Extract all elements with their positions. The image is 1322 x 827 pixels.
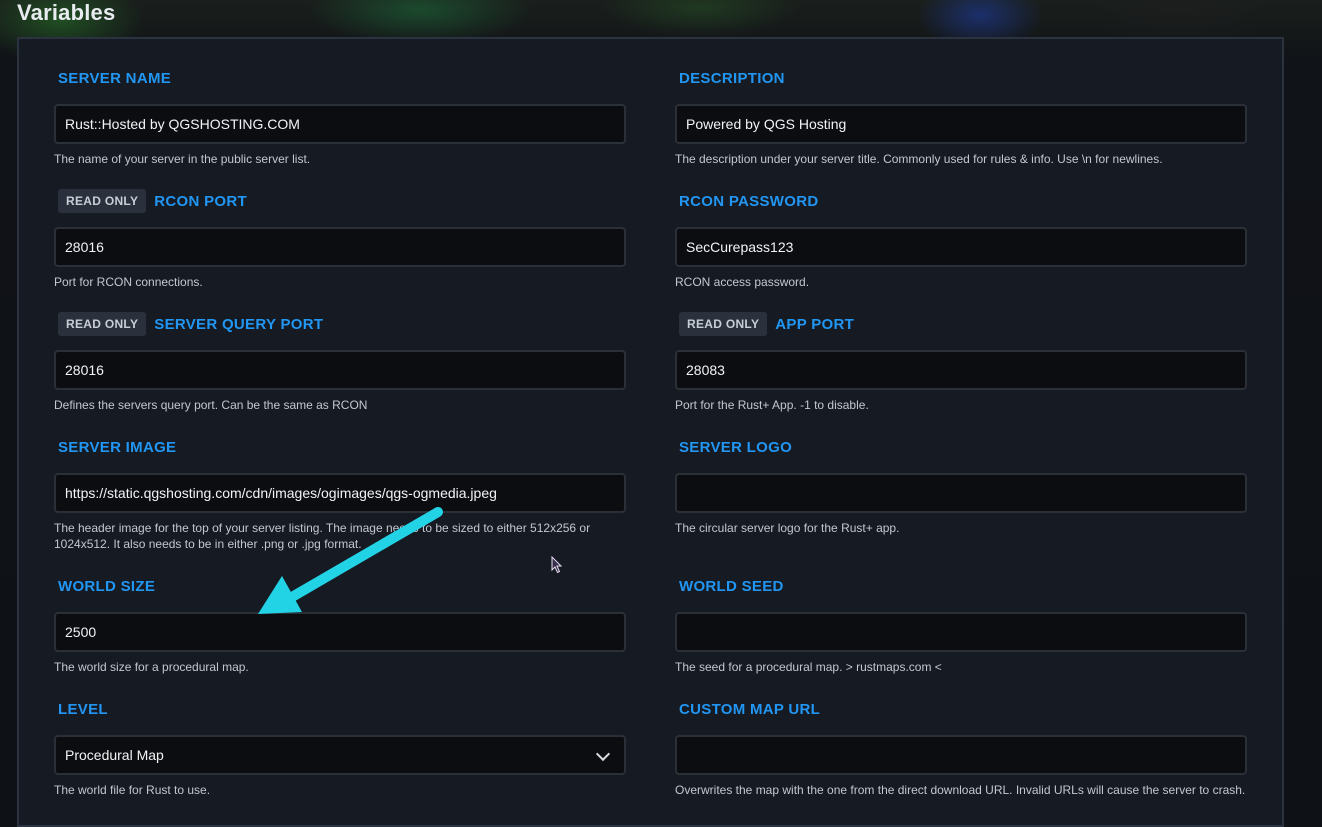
custom-map-url-input[interactable]: [675, 735, 1247, 775]
description-field: DESCRIPTION Powered by QGS Hosting The d…: [675, 66, 1247, 167]
world-size-input[interactable]: 2500: [54, 612, 626, 652]
server-logo-label: SERVER LOGO: [679, 438, 793, 456]
app-port-label: APP PORT: [775, 315, 855, 333]
read-only-badge: READ ONLY: [679, 312, 768, 336]
server-logo-field: SERVER LOGO The circular server logo for…: [675, 435, 1247, 536]
custom-map-url-field: CUSTOM MAP URL Overwrites the map with t…: [675, 697, 1247, 798]
rcon-password-help: RCON access password.: [675, 275, 810, 289]
world-size-label: WORLD SIZE: [58, 577, 156, 595]
server-query-port-label: SERVER QUERY PORT: [154, 315, 324, 333]
level-select[interactable]: Procedural Map: [54, 735, 626, 775]
rcon-password-label: RCON PASSWORD: [679, 192, 819, 210]
app-port-help: Port for the Rust+ App. -1 to disable.: [675, 398, 869, 412]
server-name-label: SERVER NAME: [58, 69, 172, 87]
world-size-field: WORLD SIZE 2500 The world size for a pro…: [54, 574, 626, 675]
server-logo-help: The circular server logo for the Rust+ a…: [675, 521, 900, 535]
level-help: The world file for Rust to use.: [54, 783, 211, 797]
description-input[interactable]: Powered by QGS Hosting: [675, 104, 1247, 144]
world-seed-help: The seed for a procedural map. > rustmap…: [675, 660, 942, 674]
mouse-cursor-icon: [551, 556, 563, 574]
server-query-port-input: 28016: [54, 350, 626, 390]
custom-map-url-label: CUSTOM MAP URL: [679, 700, 821, 718]
level-field: LEVEL Procedural Map The world file for …: [54, 697, 626, 798]
rcon-password-input[interactable]: SecCurepass123: [675, 227, 1247, 267]
server-image-help: The header image for the top of your ser…: [54, 521, 591, 551]
world-size-help: The world size for a procedural map.: [54, 660, 249, 674]
variables-panel: SERVER NAME Rust::Hosted by QGSHOSTING.C…: [17, 37, 1284, 827]
app-port-input: 28083: [675, 350, 1247, 390]
rcon-port-label: RCON PORT: [154, 192, 247, 210]
world-seed-field: WORLD SEED The seed for a procedural map…: [675, 574, 1247, 675]
level-select-value: Procedural Map: [65, 747, 164, 763]
server-logo-input[interactable]: [675, 473, 1247, 513]
server-name-input[interactable]: Rust::Hosted by QGSHOSTING.COM: [54, 104, 626, 144]
description-label: DESCRIPTION: [679, 69, 785, 87]
rcon-port-field: READ ONLY RCON PORT 28016 Port for RCON …: [54, 189, 626, 290]
custom-map-url-help: Overwrites the map with the one from the…: [675, 783, 1246, 797]
world-seed-input[interactable]: [675, 612, 1247, 652]
read-only-badge: READ ONLY: [58, 189, 147, 213]
page-title: Variables: [17, 0, 116, 25]
server-image-field: SERVER IMAGE https://static.qgshosting.c…: [54, 435, 626, 552]
server-name-field: SERVER NAME Rust::Hosted by QGSHOSTING.C…: [54, 66, 626, 167]
server-image-label: SERVER IMAGE: [58, 438, 177, 456]
server-name-help: The name of your server in the public se…: [54, 152, 311, 166]
rcon-password-field: RCON PASSWORD SecCurepass123 RCON access…: [675, 189, 1247, 290]
server-query-port-help: Defines the servers query port. Can be t…: [54, 398, 368, 412]
read-only-badge: READ ONLY: [58, 312, 147, 336]
app-port-field: READ ONLY APP PORT 28083 Port for the Ru…: [675, 312, 1247, 413]
world-seed-label: WORLD SEED: [679, 577, 784, 595]
rcon-port-input: 28016: [54, 227, 626, 267]
server-image-input[interactable]: https://static.qgshosting.com/cdn/images…: [54, 473, 626, 513]
chevron-down-icon: [595, 746, 611, 762]
description-help: The description under your server title.…: [675, 152, 1163, 166]
server-query-port-field: READ ONLY SERVER QUERY PORT 28016 Define…: [54, 312, 626, 413]
rcon-port-help: Port for RCON connections.: [54, 275, 203, 289]
level-label: LEVEL: [58, 700, 108, 718]
